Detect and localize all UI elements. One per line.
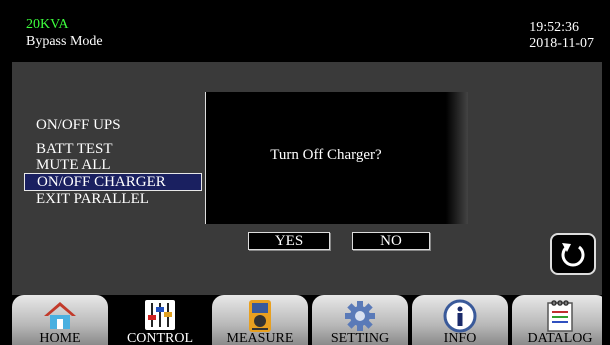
tab-setting[interactable]: SETTING bbox=[312, 295, 408, 345]
operating-mode: Bypass Mode bbox=[26, 34, 103, 49]
tab-setting-label: SETTING bbox=[330, 331, 390, 345]
tab-measure-label: MEASURE bbox=[226, 331, 294, 345]
tab-home[interactable]: HOME bbox=[12, 295, 108, 345]
ups-model: 20KVA bbox=[26, 17, 69, 32]
tab-datalog-label: DATALOG bbox=[527, 331, 593, 345]
clock: 19:52:36 2018-11-07 bbox=[529, 20, 594, 52]
tab-control-label: CONTROL bbox=[126, 331, 194, 345]
menu-item-batt-test[interactable]: BATT TEST bbox=[24, 141, 204, 157]
sliders-icon bbox=[145, 300, 175, 330]
house-icon bbox=[44, 302, 76, 329]
tab-measure[interactable]: MEASURE bbox=[212, 295, 308, 345]
tab-home-label: HOME bbox=[39, 331, 81, 345]
meter-icon bbox=[249, 300, 271, 332]
menu-item-onoff-charger[interactable]: ON/OFF CHARGER bbox=[24, 173, 202, 191]
status-header: 20KVA Bypass Mode 19:52:36 2018-11-07 bbox=[12, 12, 602, 62]
tab-info-label: INFO bbox=[443, 331, 477, 345]
refresh-icon bbox=[561, 243, 585, 267]
bottom-tab-bar: HOME CONTROL MEASURE SETTING INFO DATALO… bbox=[12, 295, 602, 345]
control-panel: ON/OFF UPS BATT TEST MUTE ALL ON/OFF CHA… bbox=[12, 62, 602, 295]
dialog-shade bbox=[446, 92, 468, 224]
menu-item-onoff-ups[interactable]: ON/OFF UPS bbox=[24, 117, 204, 133]
ups-screen: 20KVA Bypass Mode 19:52:36 2018-11-07 ON… bbox=[12, 12, 602, 345]
clock-time: 19:52:36 bbox=[529, 20, 579, 35]
gear-icon bbox=[345, 301, 375, 331]
back-button[interactable] bbox=[550, 233, 596, 275]
info-icon bbox=[443, 299, 477, 333]
dialog-message: Turn Off Charger? bbox=[270, 147, 382, 163]
control-menu: ON/OFF UPS BATT TEST MUTE ALL ON/OFF CHA… bbox=[24, 117, 204, 207]
tab-datalog[interactable]: DATALOG bbox=[512, 295, 602, 345]
tab-info[interactable]: INFO bbox=[412, 295, 508, 345]
tab-control[interactable]: CONTROL bbox=[112, 295, 208, 345]
menu-item-exit-parallel[interactable]: EXIT PARALLEL bbox=[24, 191, 204, 207]
yes-button[interactable]: YES bbox=[248, 232, 330, 250]
no-button[interactable]: NO bbox=[352, 232, 430, 250]
status-left: 20KVA Bypass Mode bbox=[26, 16, 103, 50]
confirm-dialog: Turn Off Charger? bbox=[205, 92, 468, 224]
menu-item-mute-all[interactable]: MUTE ALL bbox=[24, 157, 204, 173]
clock-date: 2018-11-07 bbox=[529, 36, 594, 51]
notepad-icon bbox=[547, 300, 573, 332]
